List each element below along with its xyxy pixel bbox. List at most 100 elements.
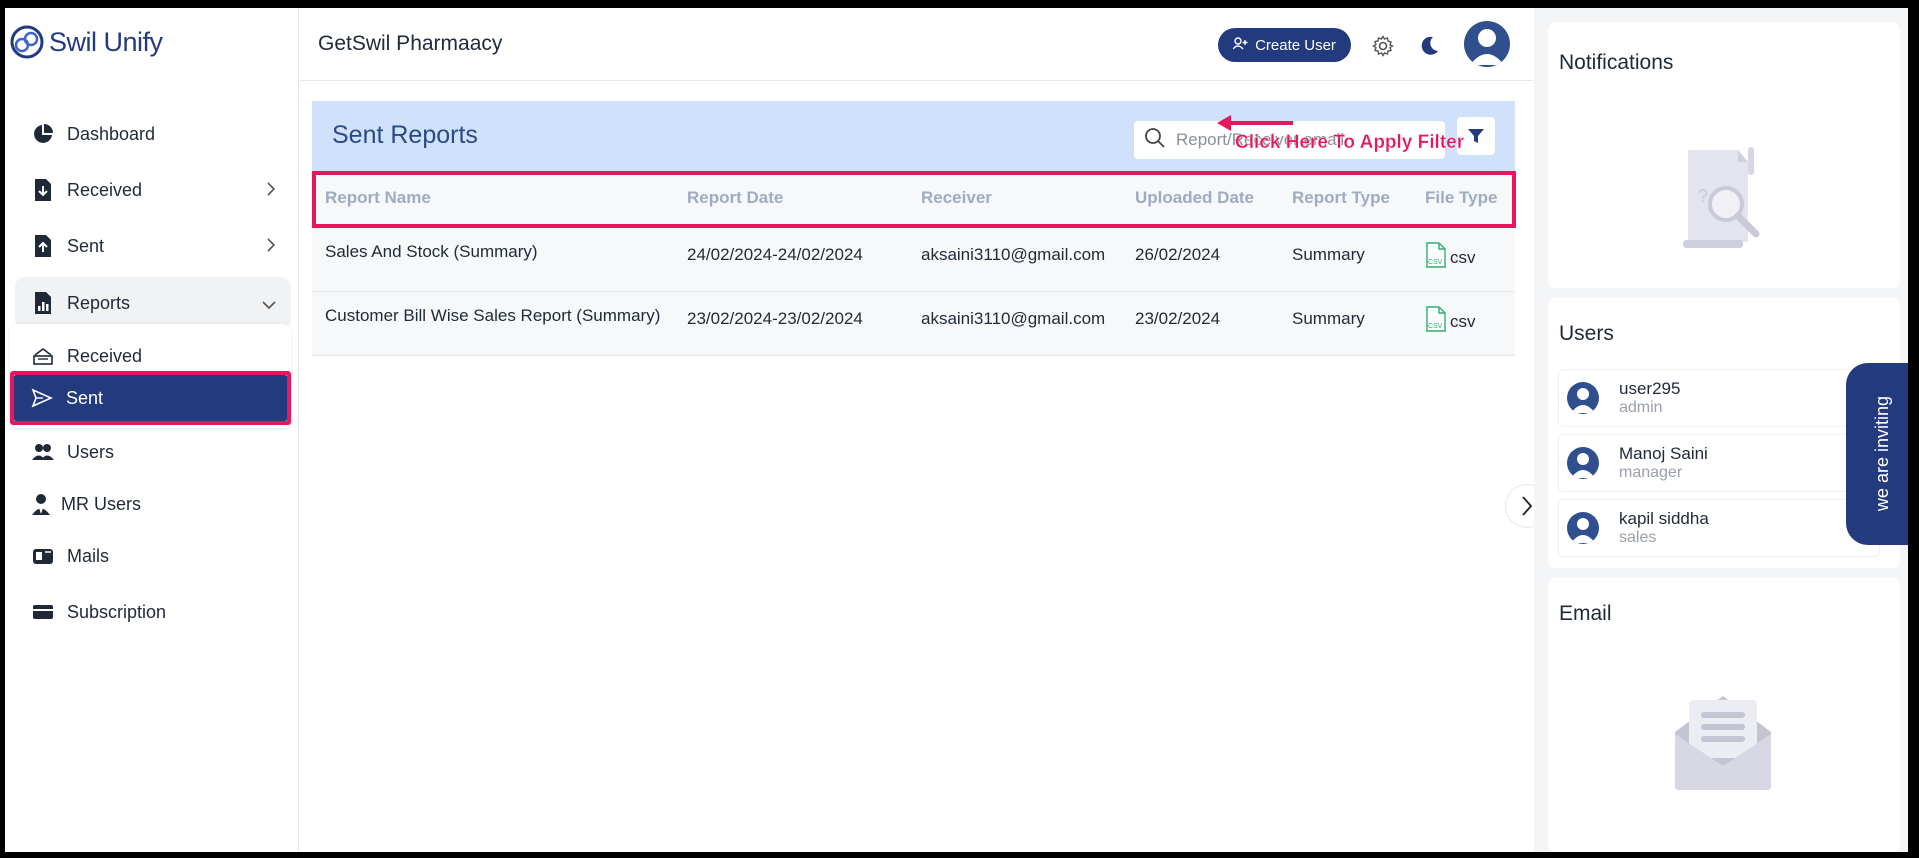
- we-are-inviting-tab[interactable]: we are inviting: [1846, 363, 1908, 545]
- sidebar-item-mr-users[interactable]: MR Users: [15, 479, 291, 529]
- sidebar-item-label: Subscription: [67, 601, 167, 622]
- column-header[interactable]: Report Type: [1292, 188, 1390, 208]
- company-name: GetSwil Pharmaacy: [318, 32, 503, 55]
- chevron-right-icon: [265, 181, 277, 202]
- sidebar-item-sent[interactable]: Sent: [15, 221, 291, 271]
- mailbox-icon: [31, 544, 55, 568]
- user-name: Manoj Saini: [1619, 444, 1708, 463]
- user-role: admin: [1619, 399, 1663, 416]
- sidebar-item-label: Sent: [67, 235, 105, 256]
- svg-text:CSV: CSV: [1428, 259, 1443, 266]
- empty-notifications-illustration-icon: ?: [1683, 147, 1760, 248]
- csv-file-icon: CSV: [1426, 242, 1446, 268]
- notifications-title: Notifications: [1559, 51, 1674, 74]
- email-title: Email: [1559, 602, 1612, 625]
- empty-email-illustration-icon: [1675, 696, 1771, 790]
- pie-chart-icon: [31, 122, 55, 146]
- user-list-item[interactable]: user295 admin: [1559, 370, 1879, 426]
- page-title: Sent Reports: [332, 121, 478, 149]
- cell-report-name: Customer Bill Wise Sales Report (Summary…: [325, 306, 661, 325]
- cell-receiver: aksaini3110@gmail.com: [921, 309, 1106, 328]
- email-card: Email: [1548, 578, 1900, 852]
- settings-gear-icon[interactable]: [1370, 33, 1396, 59]
- sidebar-subitem-received[interactable]: Received: [15, 332, 291, 380]
- table-header: Report Name Report Date Receiver Uploade…: [312, 171, 1515, 226]
- sidebar-item-label: MR Users: [61, 493, 141, 514]
- chevron-down-icon: [261, 295, 277, 316]
- table-row[interactable]: Customer Bill Wise Sales Report (Summary…: [312, 292, 1515, 356]
- chevron-right-icon: [265, 237, 277, 258]
- cell-file-type[interactable]: CSV csv: [1425, 242, 1476, 268]
- cell-report-name: Sales And Stock (Summary): [325, 242, 538, 261]
- table-row[interactable]: Sales And Stock (Summary) 24/02/2024-24/…: [312, 228, 1515, 292]
- sidebar-item-label: Reports: [67, 292, 131, 313]
- create-user-label: Create User: [1255, 36, 1336, 54]
- cell-file-type[interactable]: CSV csv: [1425, 306, 1476, 332]
- inbox-receive-icon: [31, 344, 55, 368]
- cell-uploaded-date: 26/02/2024: [1135, 245, 1221, 264]
- paper-plane-icon: [30, 386, 54, 410]
- user-avatar-icon: [1470, 29, 1504, 65]
- svg-text:?: ?: [1698, 186, 1708, 206]
- user-role: sales: [1619, 529, 1657, 546]
- sidebar-item-subscription[interactable]: Subscription: [15, 587, 291, 637]
- sidebar-item-label: Mails: [67, 545, 110, 566]
- sidebar-item-mails[interactable]: Mails: [15, 531, 291, 581]
- brand-logo[interactable]: Swil Unify: [9, 24, 163, 60]
- user-avatar: [1567, 447, 1599, 479]
- cell-report-date: 23/02/2024-23/02/2024: [687, 309, 863, 328]
- user-role: manager: [1619, 464, 1683, 481]
- user-list-item[interactable]: Manoj Saini manager: [1559, 435, 1879, 491]
- file-type-label: csv: [1450, 312, 1476, 331]
- user-name: kapil siddha: [1619, 509, 1709, 528]
- users-title: Users: [1559, 322, 1614, 345]
- cell-uploaded-date: 23/02/2024: [1135, 309, 1221, 328]
- inviting-label: we are inviting: [1871, 396, 1892, 512]
- sidebar-subitem-sent[interactable]: Sent: [14, 375, 287, 421]
- sidebar-item-users[interactable]: Users: [15, 427, 291, 477]
- sidebar-item-dashboard[interactable]: Dashboard: [15, 109, 291, 159]
- sidebar-item-label: Sent: [66, 387, 104, 408]
- user-list-item[interactable]: kapil siddha sales: [1559, 500, 1879, 556]
- svg-text:CSV: CSV: [1428, 323, 1443, 330]
- cell-receiver: aksaini3110@gmail.com: [921, 245, 1106, 264]
- column-header[interactable]: Report Name: [325, 188, 431, 208]
- filter-funnel-icon: [1468, 129, 1484, 143]
- cell-report-type: Summary: [1292, 245, 1365, 264]
- user-avatar: [1567, 512, 1599, 544]
- main-content: Sent Reports Report Name Report Date Rec…: [300, 82, 1533, 852]
- profile-avatar[interactable]: [1464, 21, 1510, 67]
- column-header[interactable]: File Type: [1425, 188, 1497, 208]
- sidebar-item-label: Users: [67, 441, 115, 462]
- search-icon: [1144, 127, 1166, 154]
- file-upload-icon: [31, 234, 55, 258]
- notifications-card: Notifications ?: [1548, 22, 1900, 288]
- sidebar-item-label: Dashboard: [67, 123, 156, 144]
- sidebar-item-label: Received: [67, 179, 143, 200]
- top-header: GetSwil Pharmaacy Create User: [300, 8, 1533, 81]
- sidebar-item-reports[interactable]: Reports: [15, 277, 291, 329]
- column-header[interactable]: Receiver: [921, 188, 992, 208]
- swil-logo-icon: [10, 25, 44, 59]
- user-plus-icon: [1232, 36, 1248, 54]
- user-avatar-icon: [1571, 518, 1595, 543]
- report-file-icon: [31, 291, 55, 315]
- subscription-card-icon: [31, 600, 55, 624]
- cell-report-date: 24/02/2024-24/02/2024: [687, 245, 863, 264]
- users-icon: [31, 440, 55, 464]
- column-header[interactable]: Uploaded Date: [1135, 188, 1254, 208]
- user-avatar-icon: [1571, 453, 1595, 478]
- chevron-right-icon: [1522, 496, 1533, 516]
- create-user-button[interactable]: Create User: [1218, 28, 1351, 62]
- file-download-icon: [31, 178, 55, 202]
- dark-mode-moon-icon[interactable]: [1416, 33, 1442, 59]
- sidebar: Swil Unify Dashboard Received Sent Repor…: [5, 8, 299, 852]
- column-header[interactable]: Report Date: [687, 188, 783, 208]
- sidebar-item-received[interactable]: Received: [15, 165, 291, 215]
- user-avatar: [1567, 382, 1599, 414]
- csv-file-icon: CSV: [1426, 306, 1446, 332]
- cell-report-type: Summary: [1292, 309, 1365, 328]
- sidebar-item-label: Received: [67, 345, 143, 366]
- user-avatar-icon: [1571, 388, 1595, 413]
- user-tie-icon: [29, 492, 53, 516]
